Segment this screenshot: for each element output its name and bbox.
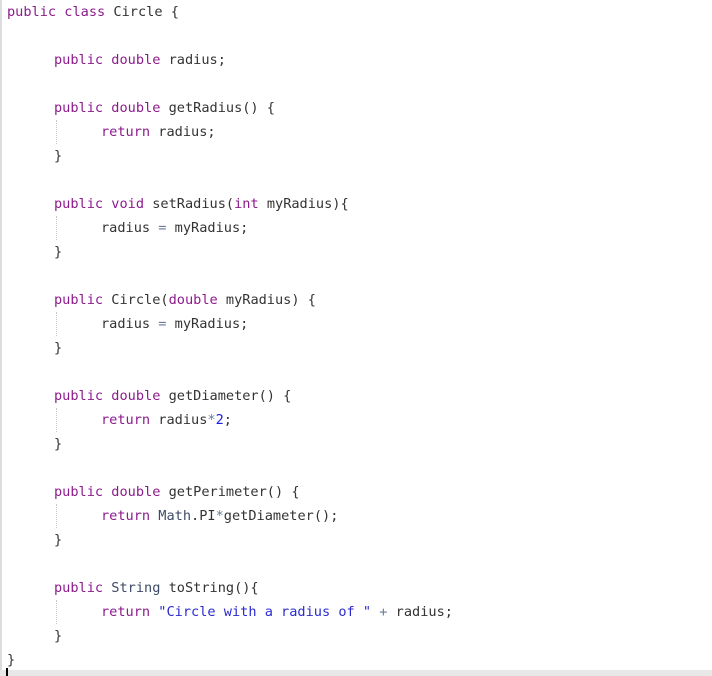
code-line[interactable]: public String toString(){ <box>54 576 259 600</box>
keyword-token: double <box>111 388 161 404</box>
operator-token: * <box>215 508 224 524</box>
code-line[interactable]: return "Circle with a radius of " + radi… <box>101 600 453 624</box>
code-line[interactable]: } <box>54 240 62 264</box>
keyword-token: public <box>54 100 104 116</box>
code-line[interactable]: public void setRadius(int myRadius){ <box>54 192 349 216</box>
keyword-token: return <box>101 124 151 140</box>
code-line[interactable]: } <box>54 432 62 456</box>
keyword-token: public <box>54 292 104 308</box>
code-line[interactable]: public double radius; <box>54 48 226 72</box>
keyword-token: return <box>101 604 151 620</box>
code-text: myRadius; <box>166 220 249 236</box>
code-text: getDiameter() { <box>160 388 292 404</box>
code-text: } <box>54 436 63 452</box>
code-text: } <box>54 244 63 260</box>
code-text: radius; <box>160 52 226 68</box>
code-text: getRadius() { <box>160 100 275 116</box>
code-text: radius <box>101 316 159 332</box>
keyword-token: void <box>111 196 145 212</box>
keyword-token: public <box>54 580 104 596</box>
code-text: radius <box>150 412 208 428</box>
code-text: setRadius( <box>144 196 235 212</box>
indent-guide <box>56 408 57 432</box>
keyword-token: public <box>54 52 104 68</box>
keyword-token: public <box>54 484 104 500</box>
indent-guide <box>56 120 57 144</box>
code-text: myRadius) { <box>217 292 316 308</box>
keyword-token: class <box>64 4 106 20</box>
type-token: Math <box>158 508 192 524</box>
code-line[interactable]: } <box>54 624 62 648</box>
keyword-token: double <box>111 484 161 500</box>
code-line[interactable]: radius = myRadius; <box>101 216 248 240</box>
indent-guide <box>56 216 57 240</box>
code-editor[interactable]: public class Circle {public double radiu… <box>0 0 712 670</box>
code-text: getDiameter(); <box>223 508 339 524</box>
code-text: Circle( <box>103 292 169 308</box>
number-literal-token: 2 <box>215 412 224 428</box>
code-text: radius <box>101 220 159 236</box>
code-text: myRadius; <box>166 316 249 332</box>
code-line[interactable]: public Circle(double myRadius) { <box>54 288 316 312</box>
string-literal-token: "Circle with a radius of " <box>158 604 372 620</box>
code-line[interactable]: } <box>7 648 15 672</box>
code-line[interactable]: public double getDiameter() { <box>54 384 291 408</box>
code-line[interactable]: return radius; <box>101 120 216 144</box>
code-text: radius; <box>387 604 453 620</box>
operator-token: * <box>207 412 216 428</box>
code-text: } <box>54 148 63 164</box>
keyword-token: double <box>111 100 161 116</box>
indent-guide <box>56 600 57 624</box>
code-text: toString(){ <box>160 580 259 596</box>
code-text: } <box>54 532 63 548</box>
code-text: myRadius){ <box>258 196 349 212</box>
keyword-token: double <box>111 52 161 68</box>
keyword-token: public <box>54 388 104 404</box>
code-line[interactable]: public double getPerimeter() { <box>54 480 300 504</box>
code-text: } <box>7 652 16 668</box>
keyword-token: return <box>101 412 151 428</box>
code-text: getPerimeter() { <box>160 484 300 500</box>
keyword-token: public <box>7 4 57 20</box>
code-line[interactable]: } <box>54 528 62 552</box>
keyword-token: return <box>101 508 151 524</box>
code-line[interactable]: } <box>54 144 62 168</box>
code-line[interactable]: return radius*2; <box>101 408 232 432</box>
code-text: } <box>54 628 63 644</box>
code-text: .PI <box>191 508 216 524</box>
keyword-token: public <box>54 196 104 212</box>
code-line[interactable]: radius = myRadius; <box>101 312 248 336</box>
code-text: } <box>54 340 63 356</box>
code-line[interactable]: public class Circle { <box>7 0 179 24</box>
keyword-token: int <box>234 196 259 212</box>
code-line[interactable]: public double getRadius() { <box>54 96 275 120</box>
indent-guide <box>56 312 57 336</box>
type-token: String <box>111 580 161 596</box>
code-line[interactable]: } <box>54 336 62 360</box>
code-text: Circle { <box>105 4 179 20</box>
text-caret <box>6 668 8 676</box>
code-text: ; <box>223 412 232 428</box>
code-text: radius; <box>150 124 216 140</box>
keyword-token: double <box>168 292 218 308</box>
indent-guide <box>56 504 57 528</box>
code-line[interactable]: return Math.PI*getDiameter(); <box>101 504 338 528</box>
horizontal-scrollbar[interactable] <box>0 670 712 676</box>
